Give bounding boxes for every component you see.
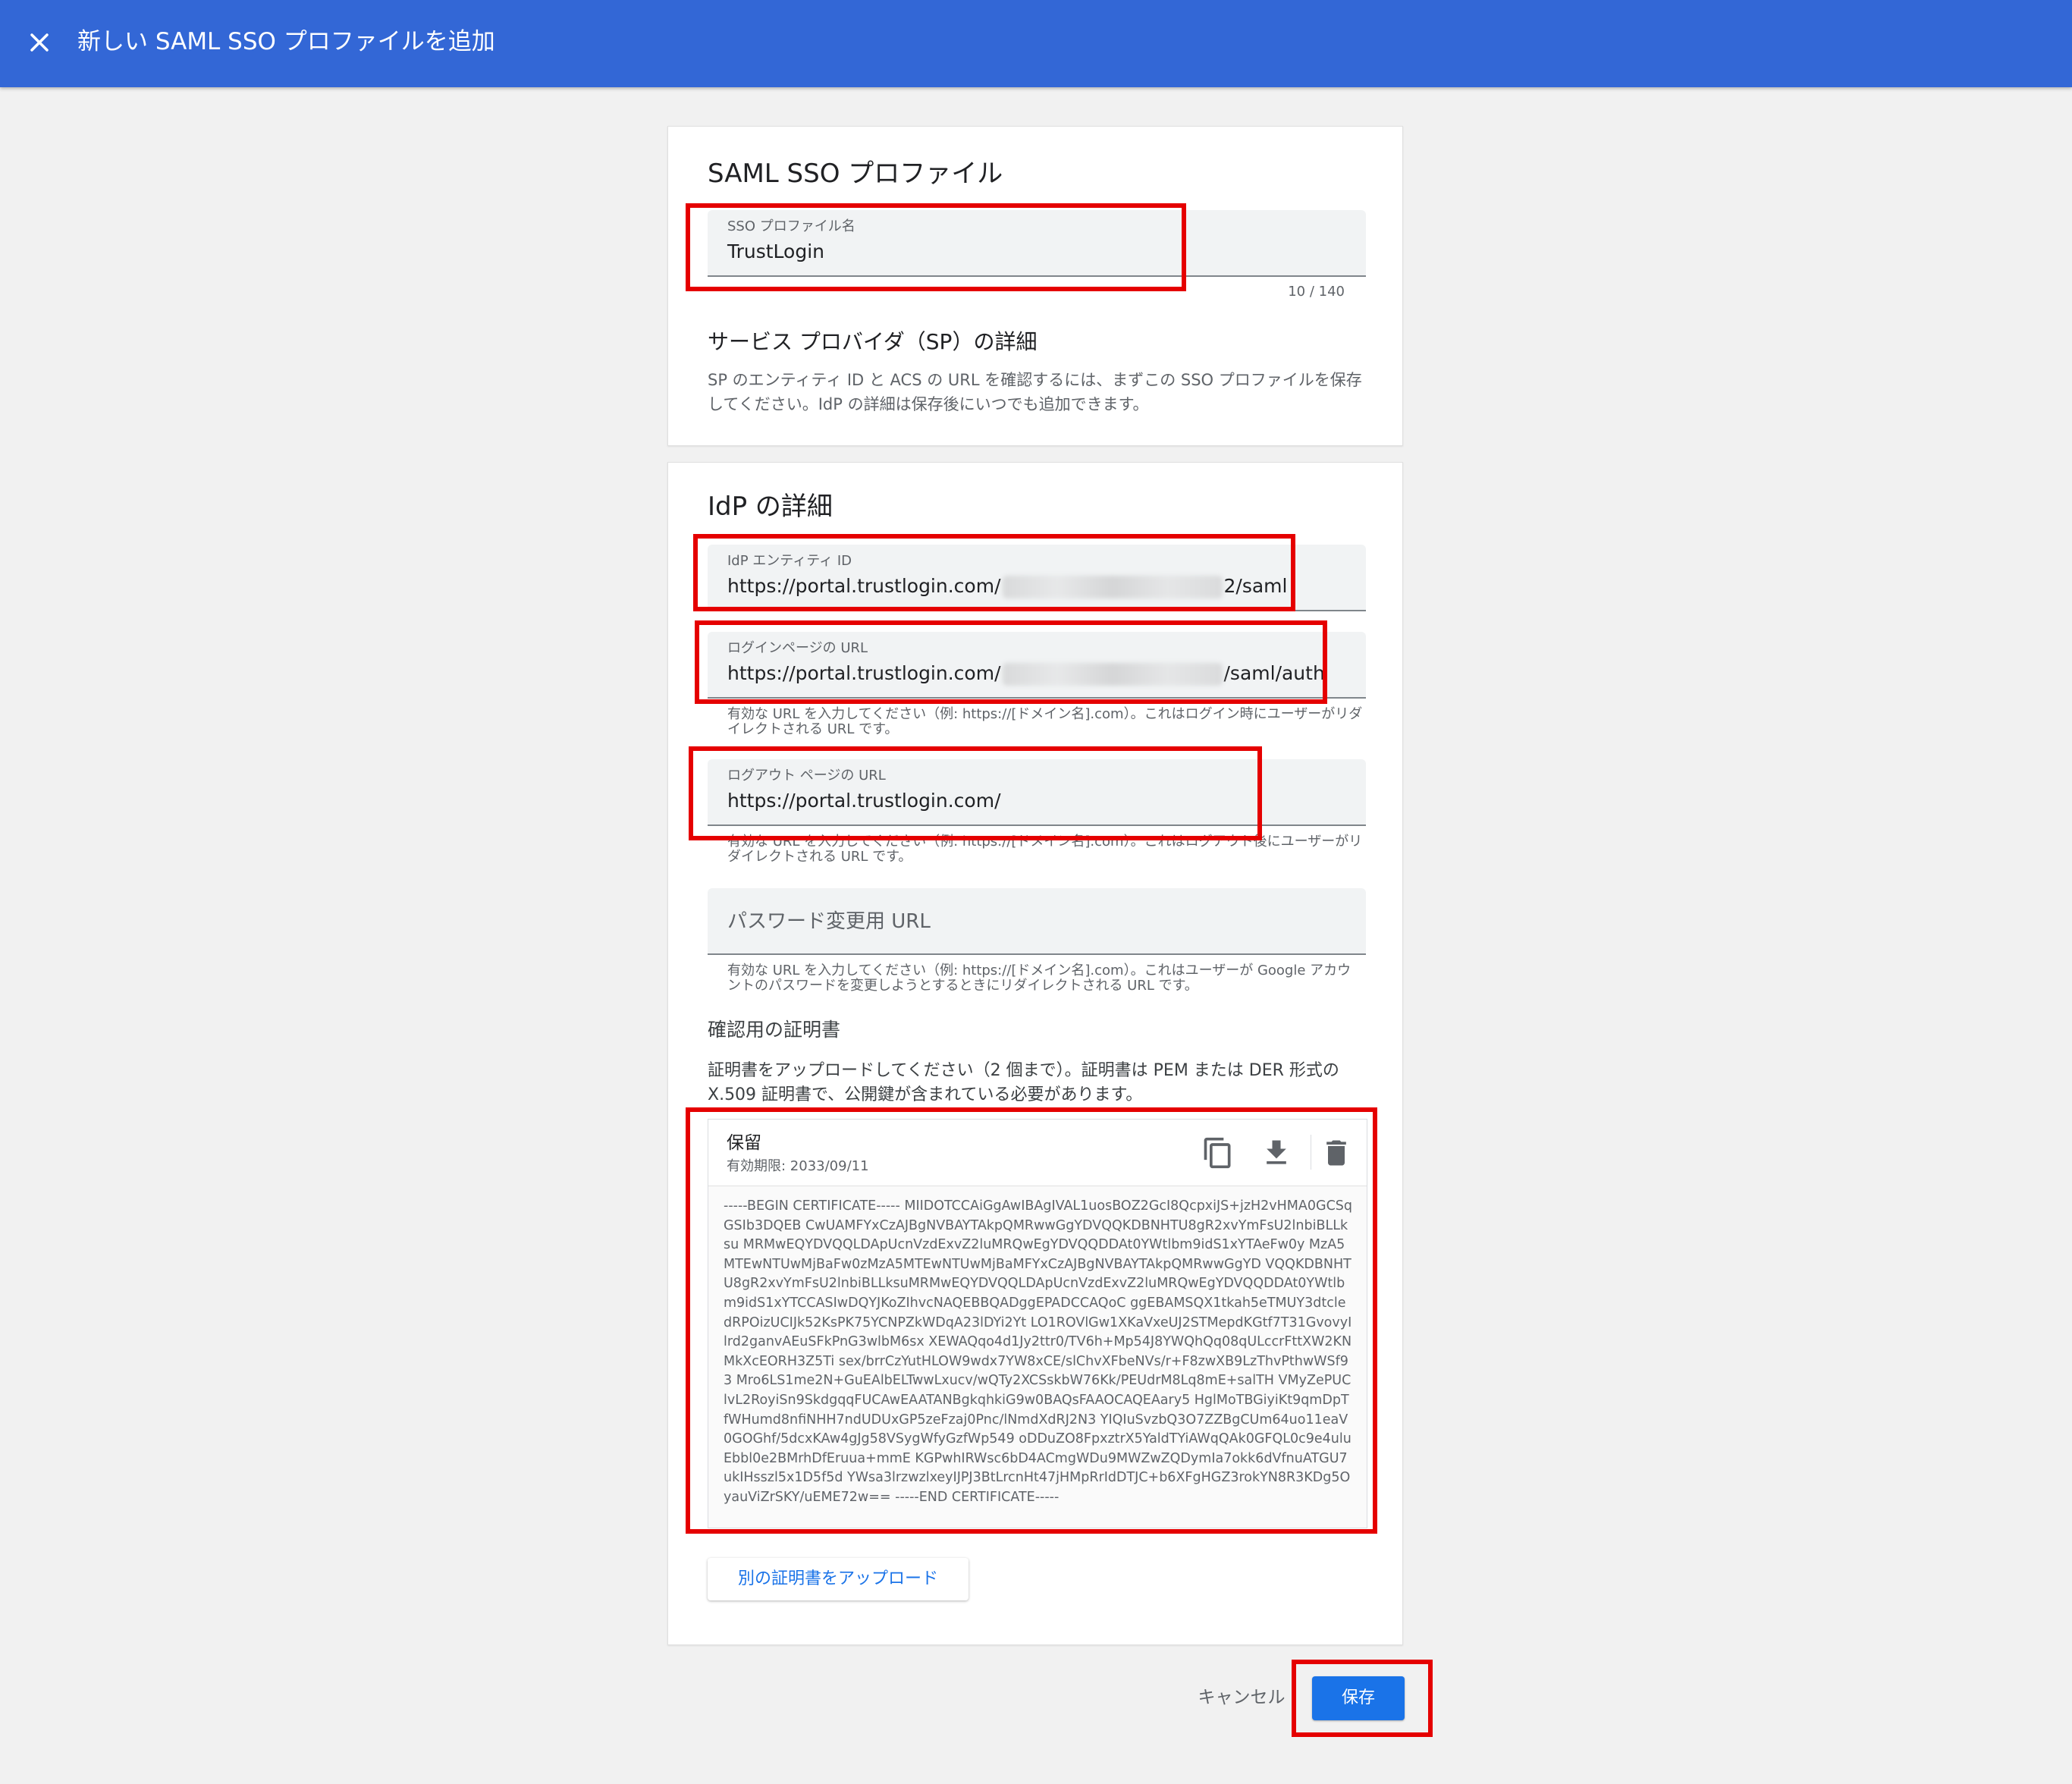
- sso-profile-name-value[interactable]: TrustLogin: [727, 239, 824, 265]
- copy-icon[interactable]: [1201, 1136, 1235, 1170]
- idp-card-title: IdP の詳細: [708, 492, 833, 522]
- close-icon[interactable]: [23, 23, 56, 62]
- logout-url-field[interactable]: ログアウト ページの URL https://portal.trustlogin…: [708, 759, 1366, 826]
- password-change-url-placeholder: パスワード変更用 URL: [727, 910, 931, 933]
- certificate-expiry: 有効期限: 2033/09/11: [727, 1158, 869, 1174]
- profile-card: SAML SSO プロファイル SSO プロファイル名 TrustLogin 1…: [667, 126, 1403, 446]
- certificate-card: 保留 有効期限: 2033/09/11 -----BEGIN CERTIFICA…: [708, 1119, 1367, 1528]
- sp-details-description: SP のエンティティ ID と ACS の URL を確認するには、まずこの S…: [708, 371, 1362, 413]
- idp-entity-id-label: IdP エンティティ ID: [727, 553, 852, 569]
- idp-card: IdP の詳細 IdP エンティティ ID https://portal.tru…: [667, 462, 1403, 1645]
- idp-entity-id-field[interactable]: IdP エンティティ ID https://portal.trustlogin.…: [708, 545, 1366, 611]
- app-bar: 新しい SAML SSO プロファイルを追加: [0, 0, 2072, 87]
- idp-entity-id-value[interactable]: https://portal.trustlogin.com/2/saml: [727, 573, 1287, 599]
- password-change-url-helper: 有効な URL を入力してください（例: https://[ドメイン名].com…: [727, 963, 1352, 994]
- login-url-helper: 有効な URL を入力してください（例: https://[ドメイン名].com…: [727, 706, 1363, 737]
- redacted-segment: [1002, 663, 1223, 686]
- cert-section-title: 確認用の証明書: [708, 1019, 841, 1041]
- upload-another-certificate-button[interactable]: 別の証明書をアップロード: [708, 1558, 969, 1600]
- login-url-label: ログインページの URL: [727, 640, 868, 656]
- download-icon[interactable]: [1260, 1136, 1293, 1170]
- certificate-text: -----BEGIN CERTIFICATE----- MIIDOTCCAiGg…: [724, 1198, 1353, 1505]
- logout-url-label: ログアウト ページの URL: [727, 768, 886, 784]
- profile-card-title: SAML SSO プロファイル: [708, 159, 1003, 189]
- logout-url-value[interactable]: https://portal.trustlogin.com/: [727, 788, 1001, 814]
- certificate-status: 保留: [727, 1133, 761, 1153]
- login-url-field[interactable]: ログインページの URL https://portal.trustlogin.c…: [708, 632, 1366, 699]
- cancel-button[interactable]: キャンセル: [1192, 1681, 1291, 1714]
- sso-profile-name-label: SSO プロファイル名: [727, 218, 855, 234]
- cert-section-description: 証明書をアップロードしてください（2 個まで）。証明書は PEM または DER…: [708, 1061, 1339, 1104]
- redacted-segment: [1002, 576, 1223, 598]
- char-counter: 10 / 140: [1288, 284, 1345, 300]
- login-url-value[interactable]: https://portal.trustlogin.com//saml/auth: [727, 661, 1325, 686]
- sso-profile-name-field[interactable]: SSO プロファイル名 TrustLogin: [708, 210, 1366, 277]
- page-title: 新しい SAML SSO プロファイルを追加: [77, 28, 495, 55]
- logout-url-helper: 有効な URL を入力してください（例: https://[ドメイン名].com…: [727, 834, 1363, 865]
- certificate-header: 保留 有効期限: 2033/09/11: [708, 1120, 1367, 1186]
- save-button[interactable]: 保存: [1312, 1676, 1405, 1720]
- password-change-url-field[interactable]: パスワード変更用 URL: [708, 888, 1366, 955]
- delete-icon[interactable]: [1320, 1136, 1353, 1170]
- sp-details-title: サービス プロバイダ（SP）の詳細: [708, 329, 1038, 354]
